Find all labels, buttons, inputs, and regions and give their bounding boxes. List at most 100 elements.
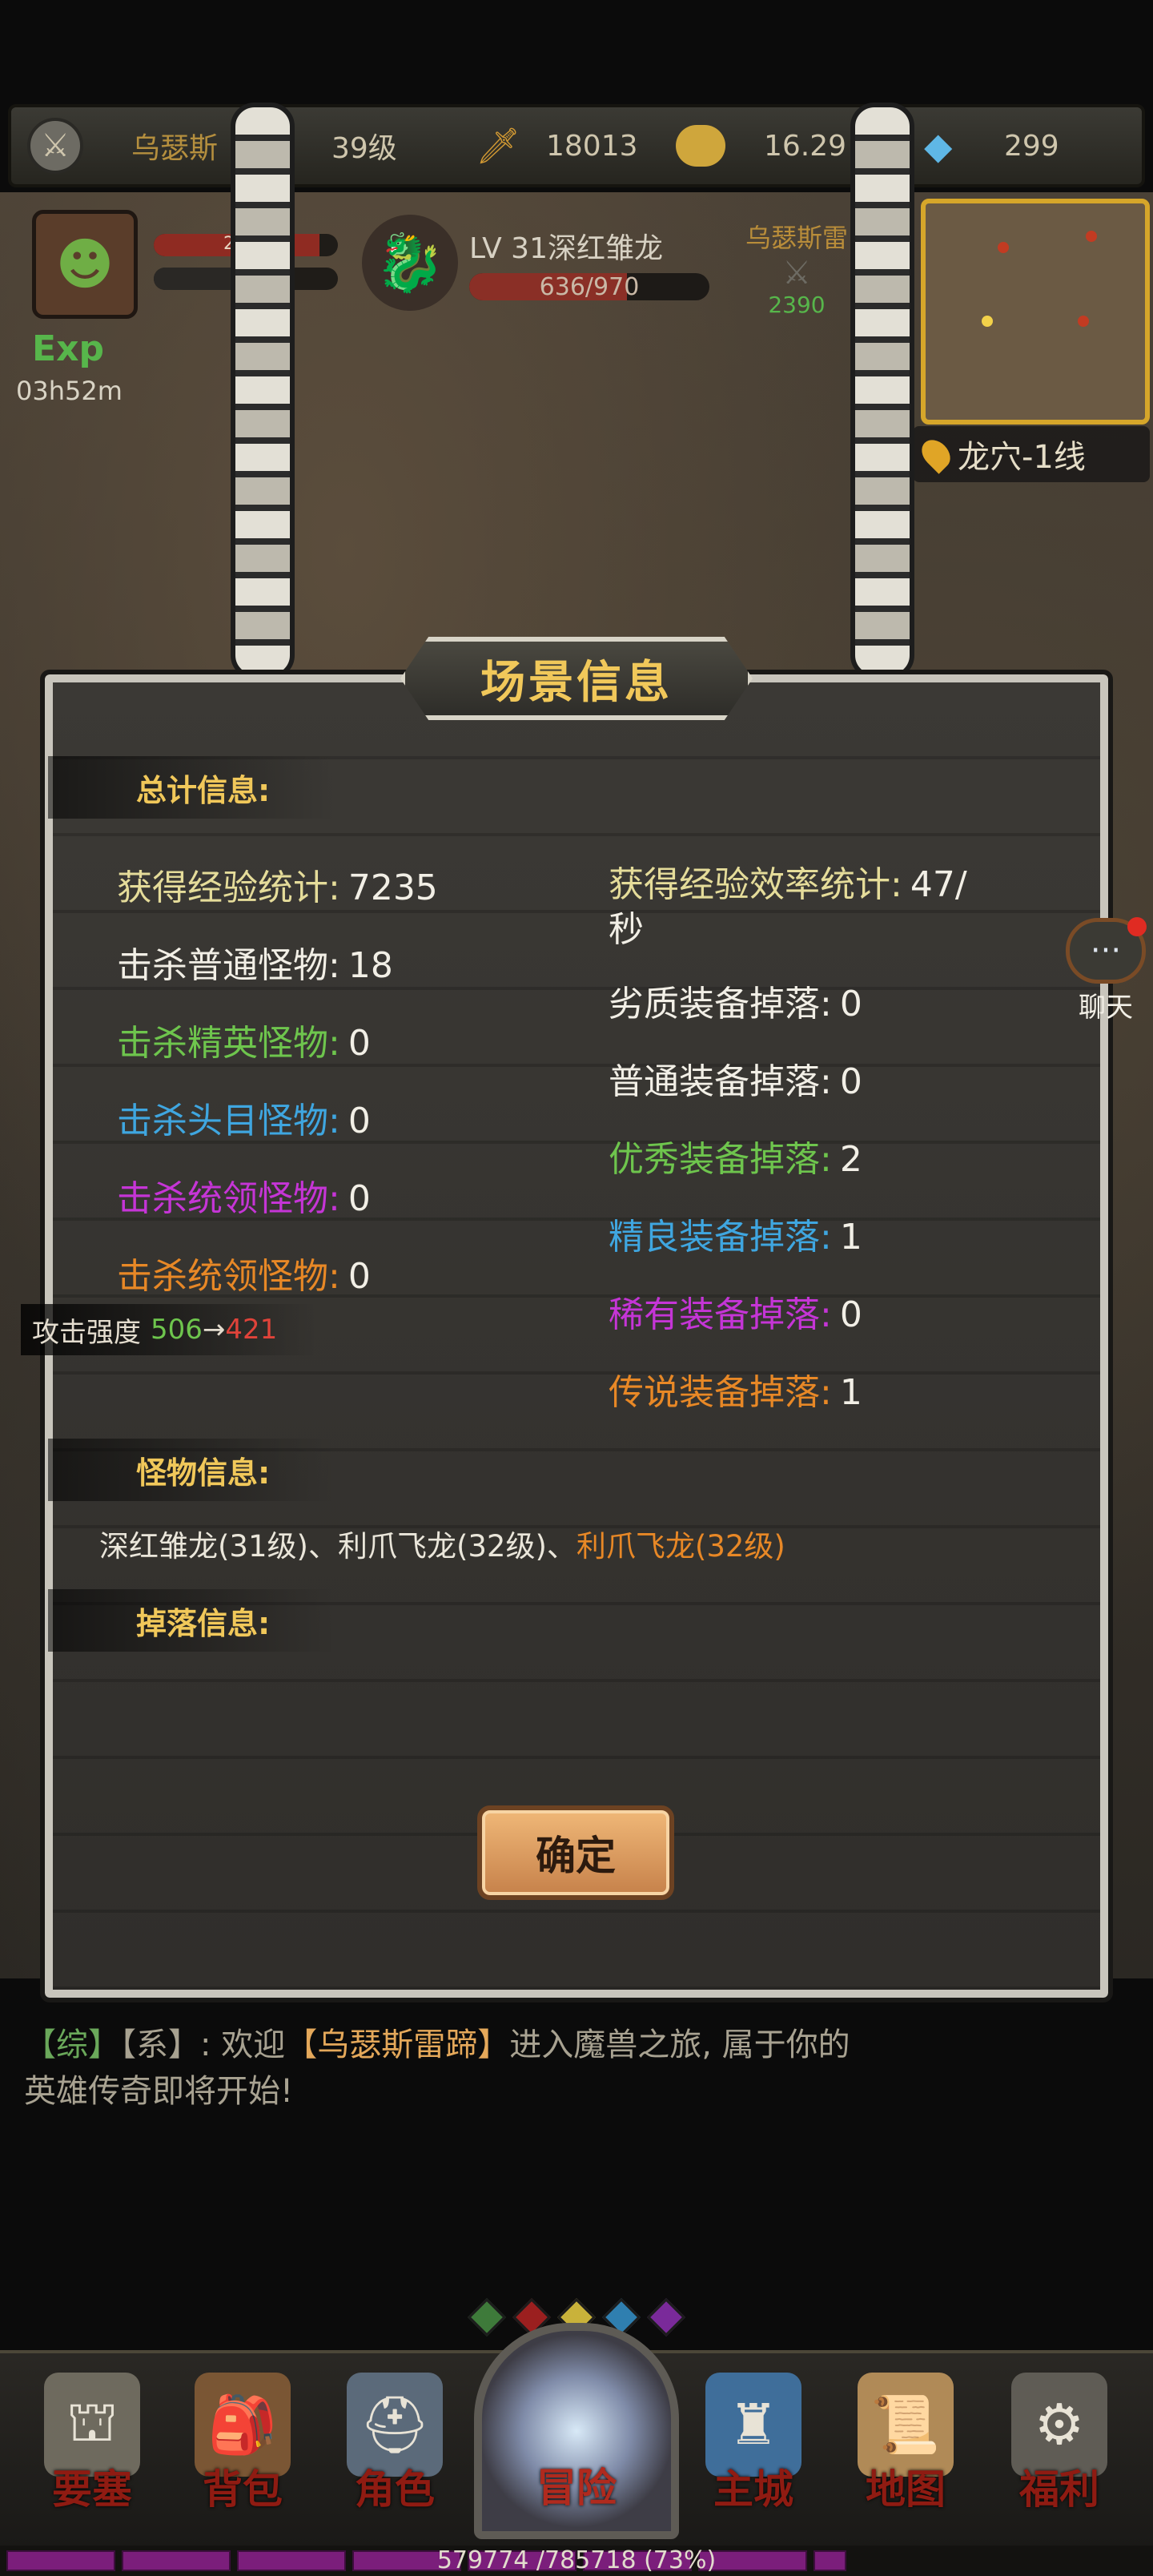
stat-value: 0 bbox=[839, 984, 862, 1024]
attack-arrow: → bbox=[202, 1314, 226, 1346]
nav-label: 地图 bbox=[866, 2466, 946, 2513]
dialog-title: 场景信息 bbox=[480, 656, 673, 709]
stat-value: 47/ bbox=[910, 864, 967, 905]
enemy-hp-bar: 636/970 bbox=[469, 273, 709, 300]
enemy-name: LV 31深红雏龙 bbox=[469, 232, 663, 265]
nav-item-6[interactable]: ⚙ 福利 bbox=[999, 2373, 1119, 2515]
dialog-title-banner: 场景信息 bbox=[400, 634, 753, 722]
nearby-player-value: 2390 bbox=[768, 292, 826, 318]
stat-row: 击杀统领怪物: 0 bbox=[117, 1169, 371, 1221]
location-text: 龙穴-1线 bbox=[958, 439, 1086, 476]
stat-value: 1 bbox=[839, 1372, 862, 1413]
chat-text-b: 进入魔兽之旅, 属于你的 bbox=[509, 2027, 850, 2063]
player-level: 39级 bbox=[331, 132, 397, 165]
stat-row: 传说装备掉落: 1 bbox=[609, 1363, 862, 1415]
stat-label: 劣质装备掉落: bbox=[609, 984, 832, 1024]
orc-face-icon: ☻ bbox=[55, 231, 114, 297]
minimap[interactable] bbox=[921, 199, 1150, 425]
player-portrait[interactable]: ☻ bbox=[32, 210, 138, 319]
nearby-player-name: 乌瑟斯雷 bbox=[745, 223, 848, 253]
stat-row: 劣质装备掉落: 0 bbox=[609, 975, 862, 1026]
stat-value-unit: 秒 bbox=[609, 909, 644, 950]
nearby-player-icon: ⚔ bbox=[782, 255, 811, 292]
nearby-player[interactable]: 乌瑟斯雷 ⚔ 2390 bbox=[737, 218, 857, 318]
page-dot bbox=[646, 2297, 686, 2337]
page-dot bbox=[467, 2297, 507, 2337]
chat-channel-system: 【系】 bbox=[120, 2027, 200, 2063]
nav-label: 背包 bbox=[203, 2466, 283, 2513]
nav-item-2[interactable]: ⛑ 角色 bbox=[335, 2373, 455, 2515]
avatar-frame[interactable]: ⚔ bbox=[27, 107, 83, 184]
dialog-chain-right bbox=[850, 103, 914, 679]
stat-row: 优秀装备掉落: 2 bbox=[609, 1130, 862, 1181]
stat-value: 2 bbox=[839, 1139, 862, 1180]
stat-label: 击杀统领怪物: bbox=[117, 1178, 340, 1219]
red-dragon-icon: 🐉 bbox=[362, 215, 458, 311]
chat-button[interactable]: ··· 聊天 bbox=[1059, 917, 1153, 1024]
stat-value: 7235 bbox=[348, 867, 438, 908]
stat-row: 获得经验效率统计: 47/秒 bbox=[609, 855, 967, 952]
nav-item-0[interactable]: ⛫ 要塞 bbox=[32, 2373, 152, 2515]
minimap-marker bbox=[1086, 231, 1097, 242]
power-value: 18013 bbox=[546, 129, 638, 163]
drop-section-label: 掉落信息: bbox=[48, 1589, 336, 1652]
top-status-bar: ⚔ 乌瑟斯 39级 🗡 18013 16.29 ◆ 299 bbox=[8, 104, 1145, 187]
exp-boost-timer: 03h52m bbox=[16, 376, 123, 406]
power-icon: 🗡 bbox=[476, 126, 520, 167]
xp-text: 579774 /785718 (73%) bbox=[436, 2546, 717, 2574]
location-label[interactable]: 龙穴-1线 bbox=[913, 426, 1150, 482]
stat-label: 获得经验效率统计: bbox=[609, 864, 902, 905]
stat-label: 传说装备掉落: bbox=[609, 1372, 832, 1413]
location-pin-icon bbox=[916, 434, 956, 474]
nav-item-1[interactable]: 🎒 背包 bbox=[183, 2373, 303, 2515]
summary-section-label: 总计信息: bbox=[48, 756, 336, 819]
chat-text-a: : 欢迎 bbox=[200, 2027, 286, 2063]
xp-bar: 579774 /785718 (73%) bbox=[0, 2546, 1153, 2576]
stat-row: 击杀普通怪物: 18 bbox=[117, 936, 393, 988]
minimap-player-marker bbox=[982, 316, 993, 327]
minimap-marker bbox=[998, 242, 1009, 253]
stat-value: 0 bbox=[348, 1023, 371, 1064]
player-portrait-icon: ⚔ bbox=[27, 118, 83, 174]
chat-message: 【综】【系】: 欢迎【乌瑟斯雷蹄】进入魔兽之旅, 属于你的 bbox=[24, 2022, 1033, 2068]
stat-row: 击杀统领怪物: 0 bbox=[117, 1247, 371, 1298]
nav-label: 冒险 bbox=[536, 2465, 617, 2511]
stat-label: 击杀普通怪物: bbox=[117, 945, 340, 986]
stat-row: 普通装备掉落: 0 bbox=[609, 1053, 862, 1104]
stat-row: 精良装备掉落: 1 bbox=[609, 1208, 862, 1259]
gold-icon bbox=[676, 107, 725, 184]
nav-item-4[interactable]: ♜ 主城 bbox=[693, 2373, 814, 2515]
chat-log[interactable]: 【综】【系】: 欢迎【乌瑟斯雷蹄】进入魔兽之旅, 属于你的 英雄传奇即将开始! bbox=[24, 2022, 1033, 2115]
chat-player-name: 【乌瑟斯雷蹄】 bbox=[285, 2027, 510, 2063]
stat-row: 击杀精英怪物: 0 bbox=[117, 1014, 371, 1065]
nav-label: 要塞 bbox=[52, 2466, 132, 2513]
gold-value: 16.29 bbox=[764, 129, 847, 163]
stat-value: 0 bbox=[348, 1178, 371, 1219]
monster-section-label: 怪物信息: bbox=[48, 1439, 336, 1501]
monster-list-normal: 深红雏龙(31级)、利爪飞龙(32级)、 bbox=[99, 1529, 576, 1564]
chat-channel-general: 【综】 bbox=[24, 2027, 120, 2063]
stat-label: 获得经验统计: bbox=[117, 867, 340, 908]
confirm-button[interactable]: 确定 bbox=[477, 1805, 674, 1900]
chat-label: 聊天 bbox=[1079, 992, 1133, 1024]
stat-value: 18 bbox=[348, 945, 393, 986]
attack-label: 攻击强度 bbox=[32, 1316, 141, 1349]
stat-value: 0 bbox=[839, 1061, 862, 1102]
nav-label: 主城 bbox=[713, 2466, 793, 2513]
stat-label: 击杀头目怪物: bbox=[117, 1101, 340, 1141]
nav-item-3[interactable]: 冒险 bbox=[516, 2465, 637, 2514]
stat-row: 获得经验统计: 7235 bbox=[117, 859, 438, 910]
chat-bubble-icon: ··· bbox=[1066, 917, 1147, 984]
stat-value: 0 bbox=[348, 1256, 371, 1297]
nav-item-5[interactable]: 📜 地图 bbox=[846, 2373, 966, 2515]
attack-old-value: 506 bbox=[151, 1314, 203, 1346]
enemy-target[interactable]: 🐉 LV 31深红雏龙 636/970 bbox=[362, 215, 730, 311]
exp-boost[interactable]: Exp 03h52m bbox=[16, 328, 123, 406]
stat-label: 优秀装备掉落: bbox=[609, 1139, 832, 1180]
stat-label: 稀有装备掉落: bbox=[609, 1294, 832, 1335]
gem-icon: ◆ bbox=[924, 124, 953, 167]
stat-label: 普通装备掉落: bbox=[609, 1061, 832, 1102]
monster-list: 深红雏龙(31级)、利爪飞龙(32级)、利爪飞龙(32级) bbox=[99, 1522, 785, 1565]
stat-label: 精良装备掉落: bbox=[609, 1217, 832, 1258]
nav-label: 福利 bbox=[1019, 2466, 1099, 2513]
